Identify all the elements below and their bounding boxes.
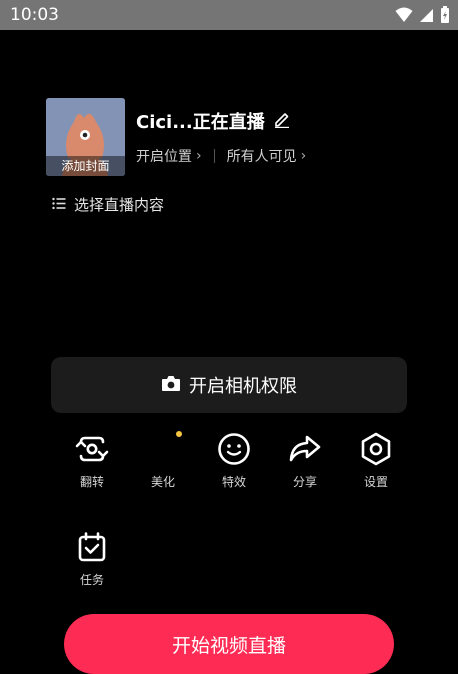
flip-icon — [62, 432, 122, 466]
location-label: 开启位置 — [136, 149, 192, 165]
battery-icon — [440, 6, 450, 24]
chevron-right-icon: › — [300, 148, 307, 164]
cover-label: 添加封面 — [46, 156, 125, 176]
meta-row: 开启位置 › 所有人可见 › — [136, 146, 306, 166]
flip-label: 翻转 — [79, 475, 104, 489]
effects-label: 特效 — [221, 475, 246, 489]
edit-icon[interactable] — [273, 110, 291, 132]
room-title-row[interactable]: Cici...正在直播 — [136, 108, 291, 134]
visibility-selector[interactable]: 所有人可见 › — [227, 146, 307, 166]
content-select-label: 选择直播内容 — [74, 196, 165, 214]
signal-icon — [419, 8, 434, 23]
cover-image[interactable]: 添加封面 — [46, 98, 125, 176]
status-time: 10:03 — [10, 5, 59, 25]
new-indicator-dot — [176, 431, 182, 437]
visibility-label: 所有人可见 — [226, 149, 297, 165]
settings-button[interactable]: 设置 — [346, 432, 406, 490]
wifi-icon — [395, 7, 413, 23]
camera-icon — [161, 374, 181, 397]
start-live-label: 开始视频直播 — [171, 634, 286, 657]
share-label: 分享 — [292, 475, 317, 489]
beauty-button[interactable]: 美化 — [133, 432, 193, 490]
gear-icon — [346, 432, 406, 466]
status-icons — [395, 6, 450, 24]
camera-permission-label: 开启相机权限 — [189, 376, 297, 397]
effects-button[interactable]: 特效 — [204, 432, 264, 490]
share-button[interactable]: 分享 — [275, 432, 335, 490]
location-toggle[interactable]: 开启位置 › — [136, 146, 202, 166]
share-icon — [275, 432, 335, 466]
room-title: Cici...正在直播 — [136, 112, 265, 133]
status-bar: 10:03 — [0, 0, 458, 30]
start-live-button[interactable]: 开始视频直播 — [64, 614, 394, 674]
tasks-label: 任务 — [79, 573, 104, 587]
settings-label: 设置 — [363, 475, 388, 489]
beauty-label: 美化 — [150, 475, 175, 489]
meta-divider — [213, 149, 215, 163]
beauty-icon — [133, 432, 193, 466]
task-calendar-icon — [62, 530, 122, 564]
camera-permission-button[interactable]: 开启相机权限 — [51, 357, 407, 413]
chevron-right-icon: › — [196, 148, 202, 164]
smiley-icon — [204, 432, 264, 466]
flip-button[interactable]: 翻转 — [62, 432, 122, 490]
content-select[interactable]: 选择直播内容 — [52, 194, 164, 215]
list-icon — [52, 196, 66, 214]
tasks-button[interactable]: 任务 — [62, 530, 122, 588]
